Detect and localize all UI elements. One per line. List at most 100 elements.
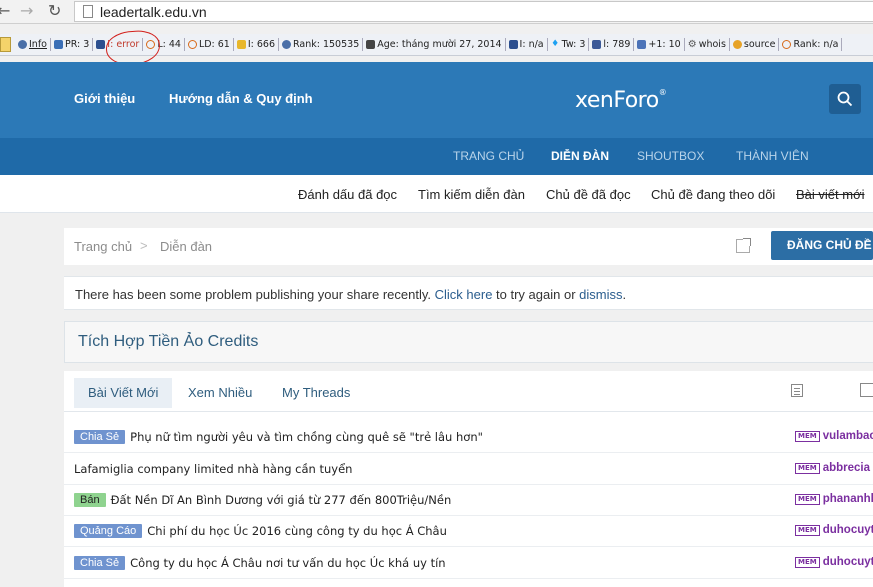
member-badge: MEM [795, 556, 820, 568]
table-row[interactable]: Quảng Cáo Chi phí du học Úc 2016 cùng cô… [64, 516, 873, 547]
search-button[interactable] [829, 84, 861, 114]
seo-item-age[interactable]: Age: tháng mười 27, 2014 [363, 38, 506, 51]
table-row[interactable]: Chia Sẻ Công ty du học Á Châu nơi tư vấn… [64, 548, 873, 579]
seo-item-source[interactable]: source [730, 38, 780, 51]
xenforo-logo[interactable]: xenForo® [575, 88, 667, 113]
seo-item-info[interactable]: Info [15, 38, 51, 51]
thread-user-cell: MEM phananhh [795, 493, 873, 505]
credits-block-title: Tích Hợp Tiền Ảo Credits [64, 321, 873, 363]
site-header: Giới thiệu Hướng dẫn & Quy định xenForo® [0, 62, 873, 138]
thread-username[interactable]: duhocuyt [823, 524, 873, 536]
logo-mark: ® [658, 88, 667, 97]
tab-most-viewed[interactable]: Xem Nhiều [174, 378, 266, 408]
thread-user-cell: MEM abbrecia [795, 462, 870, 474]
thread-title[interactable]: Công ty du học Á Châu nơi tư vấn du học … [130, 556, 445, 570]
header-link-rules[interactable]: Hướng dẫn & Quy định [169, 91, 313, 106]
table-row[interactable]: Bán Đất Nền Dĩ An Bình Dương với giá từ … [64, 485, 873, 516]
breadcrumb-forums[interactable]: Diễn đàn [160, 239, 212, 254]
nav-tab-shoutbox[interactable]: SHOUTBOX [637, 149, 704, 163]
member-badge: MEM [795, 462, 820, 474]
content-area: Trang chủ > Diễn đàn ĐĂNG CHỦ ĐỀ There h… [0, 214, 873, 587]
seo-item-index[interactable]: I: error [93, 38, 144, 51]
whois-icon: ⚙ [687, 39, 697, 50]
seo-item-delicious[interactable]: I: n/a [506, 38, 548, 51]
thread-title[interactable]: Phụ nữ tìm người yêu và tìm chồng cùng q… [130, 430, 483, 444]
sub-link-search-forums[interactable]: Tìm kiếm diễn đàn [418, 187, 525, 202]
sub-link-mark-read[interactable]: Đánh dấu đã đọc [298, 187, 397, 202]
seo-toolbar: Info PR: 3 I: error L: 44 LD: 61 I: 666 … [0, 34, 873, 56]
member-badge: MEM [795, 493, 820, 505]
tab-new-posts[interactable]: Bài Viết Mới [74, 378, 173, 408]
sub-link-read-threads[interactable]: Chủ đề đã đọc [546, 187, 631, 202]
threads-tabs: Bài Viết Mới Xem Nhiều My Threads [64, 371, 873, 412]
thread-user-cell: MEM vulambao [795, 430, 873, 442]
url-text: leadertalk.edu.vn [100, 4, 207, 20]
header-link-intro[interactable]: Giới thiệu [74, 91, 135, 106]
bing-index-icon [236, 40, 246, 49]
seo-item-whois[interactable]: ⚙ whois [685, 38, 730, 51]
seo-item-rank[interactable]: Rank: n/a [779, 38, 843, 51]
notice-text-after: . [622, 287, 627, 302]
seo-item-linkdomain[interactable]: LD: 61 [185, 38, 234, 51]
rank-icon [782, 40, 792, 49]
seo-item-gplus[interactable]: +1: 10 [634, 38, 685, 51]
back-arrow-icon[interactable]: ← [0, 2, 10, 20]
grid-view-icon[interactable] [860, 383, 873, 397]
breadcrumb-home[interactable]: Trang chủ [74, 239, 132, 254]
forward-arrow-icon[interactable]: → [20, 2, 33, 20]
nav-tab-home[interactable]: TRANG CHỦ [453, 149, 524, 163]
external-link-icon[interactable] [736, 238, 751, 253]
post-thread-button[interactable]: ĐĂNG CHỦ ĐỀ [771, 231, 873, 260]
tab-my-threads[interactable]: My Threads [268, 378, 364, 408]
reload-icon[interactable]: ↻ [48, 2, 61, 20]
sub-nav: Đánh dấu đã đọc Tìm kiếm diễn đàn Chủ đề… [0, 175, 873, 213]
sub-link-watched-threads[interactable]: Chủ đề đang theo dõi [651, 187, 775, 202]
thread-title-cell: Lafamiglia company limited nhà hàng cần … [74, 462, 352, 476]
seo-item-pagerank[interactable]: PR: 3 [51, 38, 94, 51]
table-row[interactable]: Lafamiglia company limited nhà hàng cần … [64, 454, 873, 485]
seo-item-bing-index[interactable]: I: 666 [234, 38, 280, 51]
thread-title[interactable]: Chi phí du học Úc 2016 cùng công ty du h… [147, 524, 447, 538]
member-badge: MEM [795, 524, 820, 536]
nav-tab-forums[interactable]: DIỄN ĐÀN [551, 149, 609, 163]
notice-text-before: There has been some problem publishing y… [75, 287, 435, 302]
logo-text: xenForo [575, 88, 659, 113]
browser-address-bar: ← → ↻ leadertalk.edu.vn [0, 0, 873, 24]
url-bar[interactable]: leadertalk.edu.vn [74, 1, 873, 22]
alexa-icon [282, 40, 292, 49]
index-icon [96, 40, 106, 49]
thread-title[interactable]: Lafamiglia company limited nhà hàng cần … [74, 462, 352, 476]
toolbar-grip-icon[interactable] [0, 37, 11, 52]
list-view-icon[interactable] [791, 384, 803, 397]
table-row[interactable]: Chia Sẻ Phụ nữ tìm người yêu và tìm chồn… [64, 422, 873, 453]
thread-user-cell: MEM duhocuyt [795, 556, 873, 568]
thread-username[interactable]: duhocuyt [823, 556, 873, 568]
notice-dismiss-link[interactable]: dismiss [579, 287, 622, 302]
thread-title[interactable]: Đất Nền Dĩ An Bình Dương với giá từ 277 … [111, 493, 452, 507]
linkdomain-icon [187, 40, 197, 49]
thread-username[interactable]: vulambao [823, 430, 873, 442]
nav-tab-members[interactable]: THÀNH VIÊN [736, 149, 809, 163]
thread-title-cell: Chia Sẻ Phụ nữ tìm người yêu và tìm chồn… [74, 430, 483, 444]
thread-prefix: Chia Sẻ [74, 556, 126, 570]
search-icon [837, 91, 853, 107]
info-icon [18, 40, 27, 49]
thread-prefix: Quảng Cáo [74, 524, 143, 538]
seo-item-twitter[interactable]: ♦ Tw: 3 [548, 38, 590, 51]
seo-toolbar-items: Info PR: 3 I: error L: 44 LD: 61 I: 666 … [15, 38, 843, 51]
sub-link-new-posts[interactable]: Bài viết mới [796, 187, 865, 202]
thread-username[interactable]: phananhh [823, 493, 873, 505]
facebook-icon [592, 40, 602, 49]
notice-click-here-link[interactable]: Click here [435, 287, 493, 302]
seo-item-facebook[interactable]: l: 789 [589, 38, 635, 51]
seo-item-links[interactable]: L: 44 [143, 38, 185, 51]
thread-title-cell: Bán Đất Nền Dĩ An Bình Dương với giá từ … [74, 493, 451, 507]
seo-item-alexa[interactable]: Rank: 150535 [279, 38, 364, 51]
page-icon [83, 5, 93, 18]
thread-prefix: Bán [74, 493, 106, 507]
age-icon [366, 40, 376, 49]
main-nav: TRANG CHỦ DIỄN ĐÀN SHOUTBOX THÀNH VIÊN [0, 138, 873, 175]
member-badge: MEM [795, 430, 820, 442]
thread-username[interactable]: abbrecia [823, 462, 870, 474]
notice-text-middle: to try again or [492, 287, 580, 302]
